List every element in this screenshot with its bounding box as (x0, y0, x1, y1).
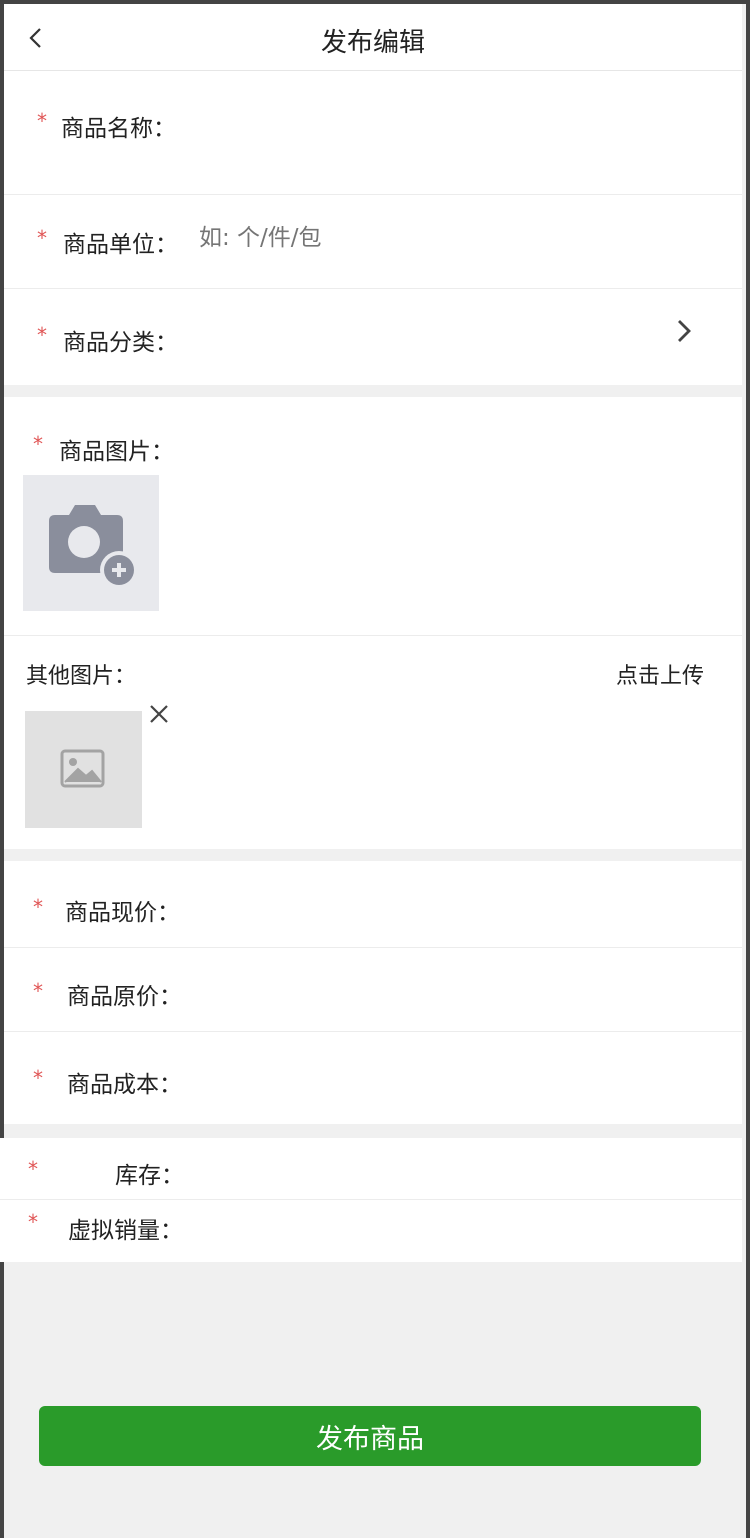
section-gap (4, 849, 742, 861)
original-price-label: 商品原价： (67, 984, 182, 1010)
required-mark: * (33, 979, 43, 1003)
product-image-label: 商品图片： (59, 439, 174, 465)
cost-label: 商品成本： (67, 1072, 182, 1098)
current-price-row[interactable]: * 商品现价： (4, 861, 742, 948)
publish-button[interactable]: 发布商品 (39, 1406, 701, 1466)
product-name-row[interactable]: * 商品名称： (4, 71, 742, 195)
section-gap (4, 1124, 742, 1138)
page-title: 发布编辑 (320, 28, 425, 58)
images-section: * 商品图片： 其他图片： 点击上传 (4, 397, 742, 849)
image-placeholder-icon (60, 749, 105, 788)
price-section: * 商品现价： * 商品原价： * 商品成本： (4, 861, 742, 1124)
upload-link[interactable]: 点击上传 (616, 658, 704, 690)
virtual-sales-row[interactable]: * 虚拟销量： (0, 1200, 742, 1262)
product-unit-row[interactable]: * 商品单位： (4, 195, 742, 289)
stock-row[interactable]: * 库存： (0, 1138, 742, 1200)
stock-section: * 库存： * 虚拟销量： (0, 1138, 742, 1262)
current-price-label: 商品现价： (65, 900, 180, 926)
product-unit-input[interactable] (199, 225, 599, 251)
divider (4, 635, 742, 636)
top-nav-bar: 发布编辑 (4, 4, 742, 71)
image-upload-box[interactable] (23, 475, 159, 611)
chevron-right-icon[interactable] (676, 318, 692, 344)
required-mark: * (33, 895, 43, 919)
product-category-row[interactable]: * 商品分类： (4, 289, 742, 385)
camera-add-icon (49, 505, 138, 589)
required-mark: * (37, 323, 47, 347)
original-price-row[interactable]: * 商品原价： (4, 948, 742, 1032)
cost-row[interactable]: * 商品成本： (4, 1032, 742, 1124)
product-category-label: 商品分类： (63, 330, 178, 356)
other-images-label: 其他图片： (26, 664, 137, 689)
required-mark: * (28, 1210, 38, 1234)
required-mark: * (37, 226, 47, 250)
other-image-thumbnail[interactable] (25, 711, 142, 828)
product-name-label: 商品名称： (61, 116, 176, 142)
required-mark: * (33, 1066, 43, 1090)
required-mark: * (37, 109, 47, 133)
basic-info-section: * 商品名称： * 商品单位： * 商品分类： (4, 71, 742, 385)
close-icon[interactable] (148, 703, 170, 725)
section-gap (4, 385, 742, 397)
virtual-sales-label: 虚拟销量： (68, 1218, 183, 1244)
required-mark: * (28, 1157, 38, 1181)
product-unit-label: 商品单位： (63, 232, 178, 258)
stock-label: 库存： (115, 1163, 184, 1189)
required-mark: * (33, 432, 43, 456)
